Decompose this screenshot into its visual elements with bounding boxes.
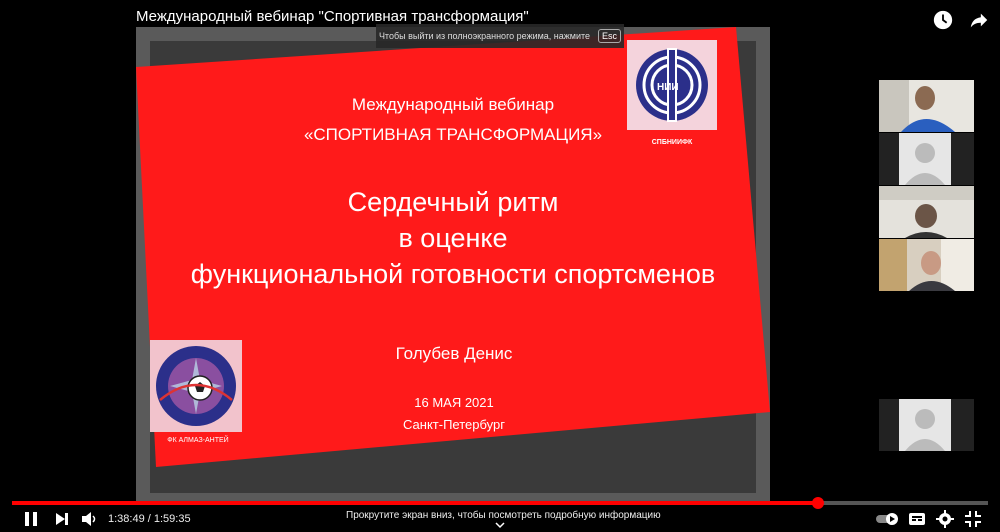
fullscreen-exit-hint: Чтобы выйти из полноэкранного режима, на… — [376, 24, 624, 48]
scroll-hint[interactable]: Прокрутите экран вниз, чтобы посмотреть … — [346, 510, 661, 521]
player-controls: 1:38:49 / 1:59:35 Прокрутите экран вниз,… — [0, 505, 1000, 532]
esc-key: Esc — [598, 29, 622, 43]
slide-date: 16 МАЯ 2021 — [414, 395, 494, 410]
gear-icon — [936, 510, 954, 528]
presentation-slide: Международный вебинар «СПОРТИВНАЯ ТРАНСФ… — [136, 27, 770, 502]
almaz-antey-caption: ФК АЛМАЗ-АНТЕЙ — [167, 437, 229, 444]
participant-video-2 — [879, 186, 974, 238]
pause-button[interactable] — [22, 509, 40, 529]
autoplay-icon — [876, 513, 898, 525]
spbniifk-logo: НИИ — [627, 40, 717, 130]
autoplay-toggle[interactable] — [876, 509, 900, 529]
almaz-antey-logo — [150, 340, 242, 432]
volume-button[interactable] — [80, 509, 98, 529]
slide-author: Голубев Денис — [395, 344, 513, 363]
slide-topic-line1: Сердечный ритм — [347, 187, 559, 217]
spbniifk-caption: СПБНИИФК — [651, 139, 693, 146]
settings-button[interactable] — [936, 509, 954, 529]
esc-hint-text: Чтобы выйти из полноэкранного режима, на… — [378, 31, 591, 41]
share-icon[interactable] — [968, 9, 990, 36]
participant-avatar-1 — [879, 133, 974, 185]
exit-fullscreen-button[interactable] — [964, 509, 982, 529]
chevron-down-icon[interactable] — [495, 521, 505, 529]
slide-topic-line3: функциональной готовности спортсменов — [190, 259, 716, 289]
participant-video-1 — [879, 80, 974, 132]
next-icon — [56, 513, 68, 525]
subtitles-icon — [909, 513, 925, 525]
slide-topic-line2: в оценке — [398, 223, 508, 253]
next-button[interactable] — [54, 509, 70, 529]
logo-letters: НИИ — [657, 82, 679, 93]
participant-avatar-2 — [879, 399, 974, 451]
top-actions — [932, 9, 990, 36]
video-title: Международный вебинар "Спортивная трансф… — [136, 8, 529, 25]
time-display: 1:38:49 / 1:59:35 — [108, 513, 191, 525]
slide-city: Санкт-Петербург — [403, 417, 505, 432]
volume-icon — [82, 512, 96, 526]
pause-icon — [25, 512, 37, 526]
subtitles-button[interactable] — [908, 509, 926, 529]
participant-video-3 — [879, 239, 974, 291]
watch-later-icon[interactable] — [932, 9, 954, 36]
exit-fullscreen-icon — [965, 511, 981, 527]
